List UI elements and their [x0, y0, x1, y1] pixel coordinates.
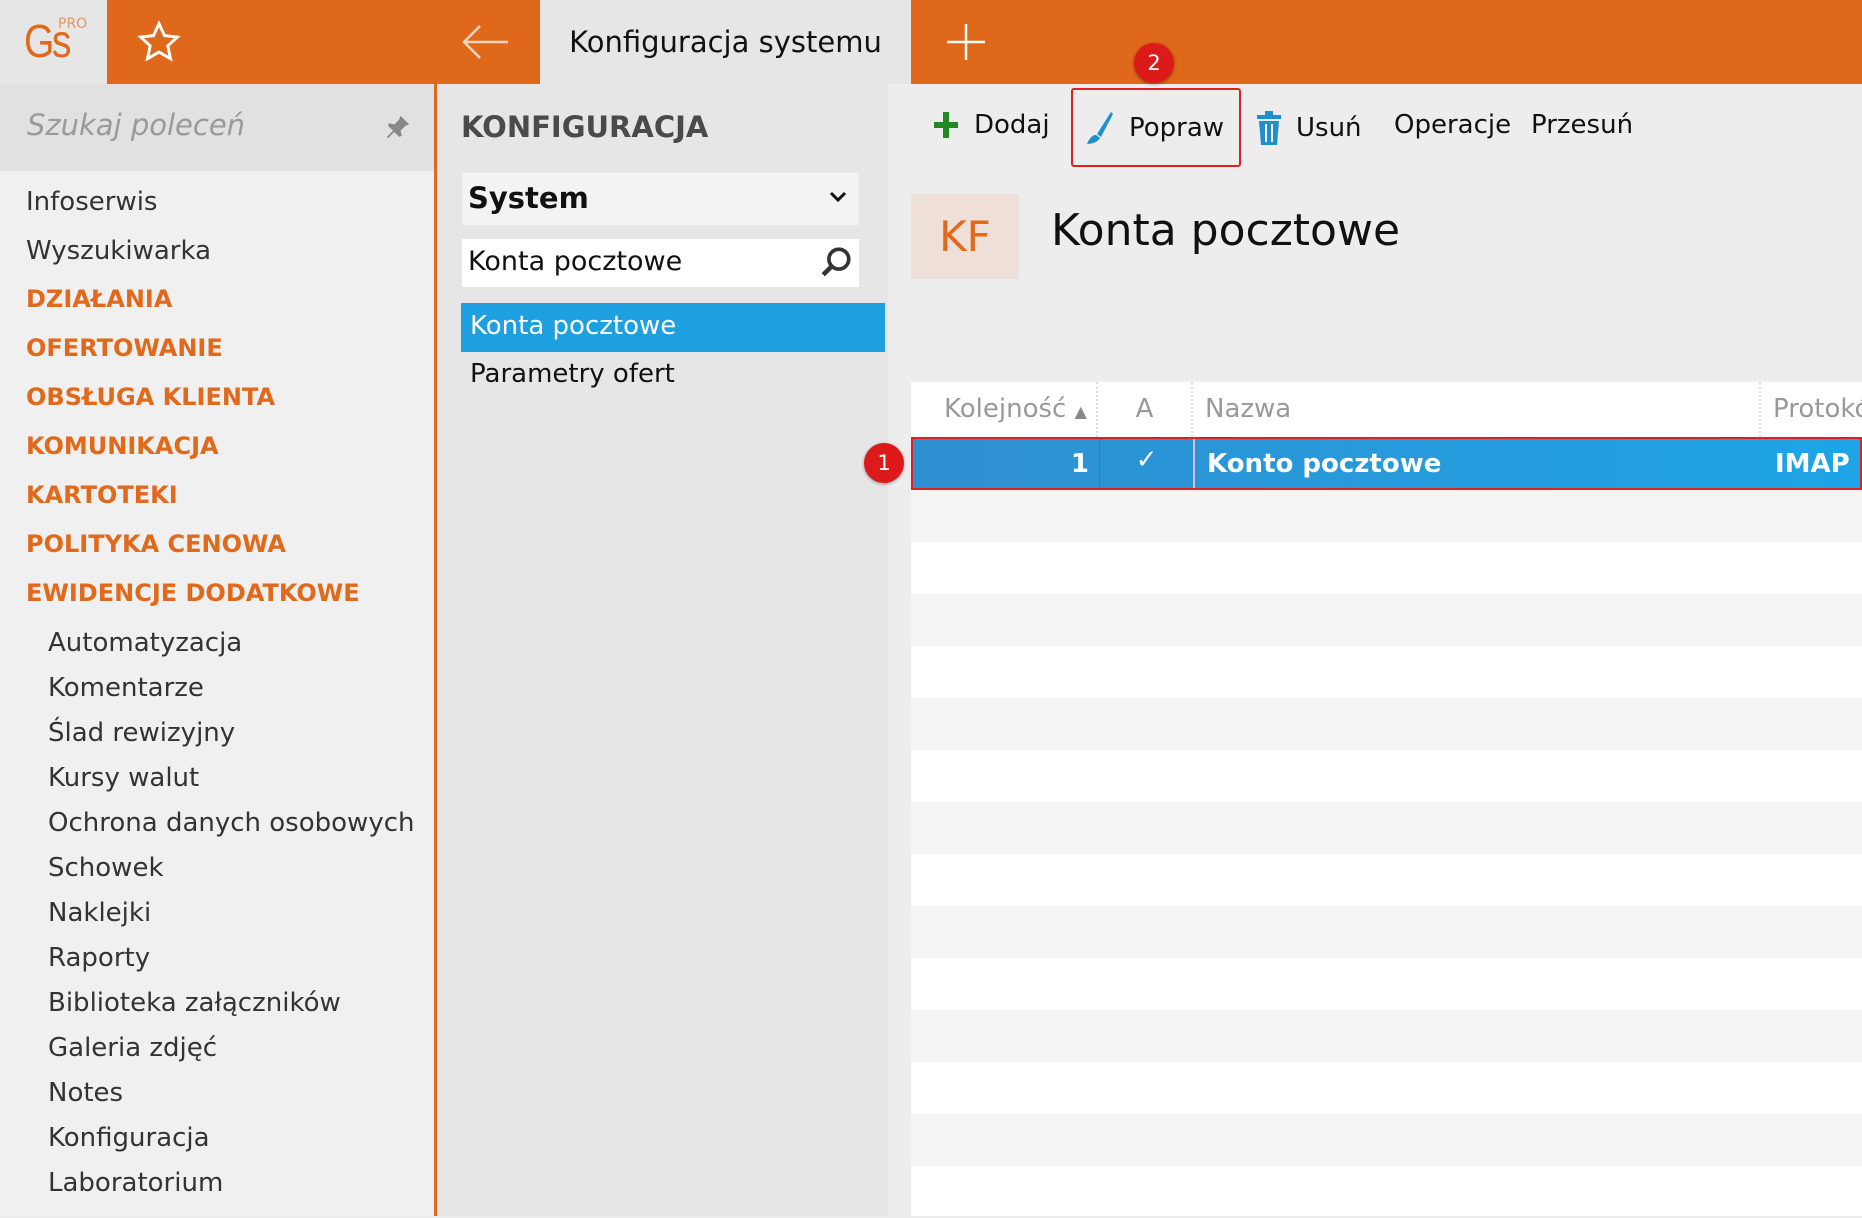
column-header-active[interactable]: A [1098, 382, 1193, 437]
table-row-selected[interactable]: 1 ✓ Konto pocztowe IMAP [911, 437, 1862, 490]
sidebar-item[interactable]: Biblioteka załączników [48, 988, 341, 1018]
plus-icon [934, 112, 958, 138]
select-value: System [468, 181, 589, 215]
pin-icon[interactable] [383, 112, 413, 142]
sidebar-item[interactable]: KOMUNIKACJA [26, 432, 219, 460]
empty-table-row [911, 542, 1862, 594]
back-arrow-icon[interactable] [460, 22, 510, 62]
empty-table-row [911, 1062, 1862, 1114]
sidebar-item[interactable]: Wyszukiwarka [26, 236, 211, 266]
add-label: Dodaj [974, 110, 1050, 140]
sidebar-item[interactable]: Laboratorium [48, 1168, 223, 1198]
column-header-order[interactable]: Kolejność ▲ [911, 382, 1098, 437]
search-icon[interactable] [819, 245, 853, 279]
sidebar-item[interactable]: Ślad rewizyjny [48, 718, 235, 748]
delete-label: Usuń [1296, 113, 1362, 143]
sidebar: Szukaj poleceń Infoserwis Wyszukiwarka DZI… [0, 84, 437, 1216]
header-label: Kolejność [944, 394, 1067, 424]
accounts-table: Kolejność ▲ A Nazwa Protokó [911, 382, 1862, 1216]
list-item-parametry-ofert[interactable]: Parametry ofert [461, 351, 885, 400]
sort-asc-icon: ▲ [1074, 402, 1087, 421]
config-search-input[interactable]: Konta pocztowe [462, 239, 859, 287]
step-badge-2: 2 [1134, 43, 1174, 83]
sidebar-item[interactable]: Schowek [48, 853, 164, 883]
logo-sup: PRO [58, 16, 88, 32]
tab-konfiguracja-systemu[interactable]: Konfiguracja systemu [540, 0, 911, 84]
empty-table-row [911, 594, 1862, 646]
empty-table-row [911, 906, 1862, 958]
plus-icon[interactable] [944, 22, 988, 62]
empty-table-row [911, 802, 1862, 854]
sidebar-item[interactable]: Automatyzacja [48, 628, 242, 658]
trash-icon [1257, 111, 1281, 145]
step-badge-1: 1 [864, 443, 904, 483]
add-button[interactable]: Dodaj [932, 110, 1050, 140]
empty-table-row [911, 854, 1862, 906]
delete-button[interactable]: Usuń [1256, 110, 1362, 146]
panel-title: KONFIGURACJA [461, 110, 709, 144]
top-bar [0, 0, 1862, 84]
column-header-name[interactable]: Nazwa [1193, 382, 1761, 437]
cell-protocol: IMAP [1775, 449, 1850, 479]
sidebar-item[interactable]: Komentarze [48, 673, 204, 703]
section-icon: KF [911, 194, 1019, 279]
sidebar-item[interactable]: Ochrona danych osobowych [48, 808, 414, 838]
sidebar-item[interactable]: Kursy walut [48, 763, 199, 793]
search-value: Konta pocztowe [468, 246, 683, 277]
sidebar-item[interactable]: Naklejki [48, 898, 151, 928]
app-logo[interactable]: Gs PRO [0, 0, 107, 84]
empty-table-row [911, 1010, 1862, 1062]
search-placeholder: Szukaj poleceń [27, 108, 246, 142]
sidebar-item[interactable]: OBSŁUGA KLIENTA [26, 383, 275, 411]
star-icon[interactable] [137, 20, 181, 64]
sidebar-item[interactable]: DZIAŁANIA [26, 285, 172, 313]
sidebar-item[interactable]: OFERTOWANIE [26, 334, 223, 362]
move-button[interactable]: Przesuń [1531, 110, 1633, 140]
sidebar-item[interactable]: EWIDENCJE DODATKOWE [26, 579, 360, 607]
sidebar-item[interactable]: Raporty [48, 943, 150, 973]
operations-button[interactable]: Operacje [1394, 110, 1511, 140]
sidebar-item[interactable]: Konfiguracja [48, 1123, 210, 1153]
empty-table-row [911, 1114, 1862, 1166]
sidebar-item[interactable]: Galeria zdjęć [48, 1033, 217, 1063]
empty-table-row [911, 958, 1862, 1010]
command-search-input[interactable]: Szukaj poleceń [0, 84, 434, 171]
column-header-protocol[interactable]: Protokó [1761, 382, 1862, 437]
sidebar-item[interactable]: Notes [48, 1078, 123, 1108]
empty-table-row [911, 490, 1862, 542]
list-item-konta-pocztowe[interactable]: Konta pocztowe [461, 303, 885, 352]
cell-name: Konto pocztowe [1207, 449, 1442, 479]
highlight-edit-button [1071, 88, 1241, 167]
sidebar-item[interactable]: Infoserwis [26, 187, 157, 217]
empty-table-row [911, 750, 1862, 802]
empty-table-row [911, 1166, 1862, 1218]
chevron-down-icon [829, 191, 847, 203]
cell-order: 1 [913, 439, 1100, 488]
config-panel: KONFIGURACJA System Konta pocztowe Konta… [437, 84, 888, 1216]
sidebar-item[interactable]: KARTOTEKI [26, 481, 178, 509]
module-select[interactable]: System [462, 173, 859, 225]
toolbar: Dodaj Popraw Usuń Operacje Przesuń [888, 84, 1862, 171]
empty-table-row [911, 698, 1862, 750]
empty-table-row [911, 646, 1862, 698]
page-title: Konta pocztowe [1051, 205, 1401, 256]
sidebar-item[interactable]: POLITYKA CENOWA [26, 530, 286, 558]
cell-active-check: ✓ [1100, 439, 1195, 488]
